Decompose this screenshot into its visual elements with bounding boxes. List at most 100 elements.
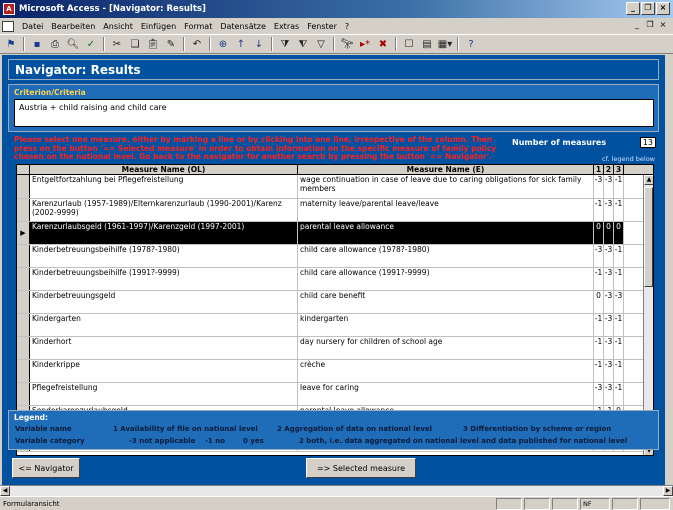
var-2-cell[interactable]: -3: [604, 314, 614, 336]
minimize-button[interactable]: _: [626, 2, 640, 15]
measure-name-ol-cell[interactable]: Entgeltfortzahlung bei Pflegefreistellun…: [30, 175, 298, 198]
scroll-left-arrow[interactable]: ◀: [0, 486, 10, 496]
scroll-right-arrow[interactable]: ▶: [663, 486, 673, 496]
form-horizontal-scrollbar[interactable]: ◀ ▶: [0, 485, 673, 496]
table-row[interactable]: Kinderbetreuungsgeld child care benefit 0-…: [17, 291, 645, 314]
measure-name-e-cell[interactable]: parental leave allowance: [298, 222, 594, 244]
measure-name-ol-cell[interactable]: Karenzurlaub (1957-1989)/Elternkarenzurl…: [30, 199, 298, 221]
copy-icon[interactable]: ❏: [127, 36, 143, 52]
var-3-cell[interactable]: -3: [614, 291, 624, 313]
record-selector[interactable]: [17, 337, 30, 359]
menu-einfuegen[interactable]: Einfügen: [137, 22, 180, 31]
measure-name-ol-cell[interactable]: Pflegefreistellung: [30, 383, 298, 405]
measure-name-e-cell[interactable]: maternity leave/parental leave/leave: [298, 199, 594, 221]
menu-extras[interactable]: Extras: [270, 22, 303, 31]
table-row[interactable]: ▶ Karenzurlaubsgeld (1961-1997)/Karenzgel…: [17, 222, 645, 245]
save-icon[interactable]: ▪: [29, 36, 45, 52]
table-row[interactable]: Kinderbetreuungsbeihilfe (1991?-9999) chi…: [17, 268, 645, 291]
var-1-cell[interactable]: 0: [594, 222, 604, 244]
view-icon[interactable]: ⚑: [3, 36, 19, 52]
var-2-cell[interactable]: -3: [604, 175, 614, 198]
var-1-cell[interactable]: -1: [594, 199, 604, 221]
doc-close-button[interactable]: ×: [657, 19, 669, 31]
measure-name-e-cell[interactable]: child care allowance (1978?-1980): [298, 245, 594, 267]
table-row[interactable]: Kinderbetreuungsbeihilfe (1978?-1980) chi…: [17, 245, 645, 268]
var-1-cell[interactable]: -1: [594, 268, 604, 290]
measure-name-ol-cell[interactable]: Kinderbetreuungsbeihilfe (1978?-1980): [30, 245, 298, 267]
record-selector[interactable]: [17, 291, 30, 313]
var-1-cell[interactable]: -1: [594, 360, 604, 382]
var-2-cell[interactable]: -3: [604, 337, 614, 359]
record-selector[interactable]: [17, 245, 30, 267]
table-row[interactable]: Kindergarten kindergarten -1 -3 -1: [17, 314, 645, 337]
record-selector[interactable]: [17, 175, 30, 198]
measure-name-e-cell[interactable]: day nursery for children of school age: [298, 337, 594, 359]
print-icon[interactable]: ⎙: [47, 36, 63, 52]
menu-format[interactable]: Format: [180, 22, 216, 31]
table-row[interactable]: Karenzurlaub (1957-1989)/Elternkarenzurl…: [17, 199, 645, 222]
measure-name-e-cell[interactable]: leave for caring: [298, 383, 594, 405]
scroll-up-arrow[interactable]: ▲: [644, 175, 653, 185]
measure-name-ol-cell[interactable]: Kindergarten: [30, 314, 298, 336]
doc-restore-button[interactable]: ❐: [644, 19, 656, 31]
new-record-icon[interactable]: ▸*: [357, 36, 373, 52]
hyperlink-icon[interactable]: ⊕: [215, 36, 231, 52]
var-3-cell[interactable]: -1: [614, 383, 624, 405]
record-selector[interactable]: [17, 199, 30, 221]
col-var-3[interactable]: 3: [614, 165, 624, 174]
var-2-cell[interactable]: -3: [604, 291, 614, 313]
var-3-cell[interactable]: -1: [614, 175, 624, 198]
menu-fenster[interactable]: Fenster: [303, 22, 341, 31]
restore-button[interactable]: ❐: [641, 2, 655, 15]
var-3-cell[interactable]: -1: [614, 337, 624, 359]
record-selector[interactable]: [17, 314, 30, 336]
scroll-thumb[interactable]: [644, 187, 653, 287]
var-1-cell[interactable]: -1: [594, 337, 604, 359]
preview-icon[interactable]: 🔍︎: [65, 36, 81, 52]
menu-ansicht[interactable]: Ansicht: [99, 22, 137, 31]
apply-filter-icon[interactable]: ▽: [313, 36, 329, 52]
paste-icon[interactable]: 📋︎: [145, 36, 161, 52]
doc-minimize-button[interactable]: _: [631, 19, 643, 31]
var-1-cell[interactable]: -1: [594, 314, 604, 336]
properties-icon[interactable]: ☐: [401, 36, 417, 52]
find-icon[interactable]: 🔭︎: [339, 36, 355, 52]
var-2-cell[interactable]: -3: [604, 383, 614, 405]
access-app-icon[interactable]: A: [3, 3, 15, 15]
spelling-icon[interactable]: ✓: [83, 36, 99, 52]
cut-icon[interactable]: ✂: [109, 36, 125, 52]
measure-name-e-cell[interactable]: crèche: [298, 360, 594, 382]
criterion-field[interactable]: Austria + child raising and child care: [14, 99, 654, 127]
measure-name-ol-cell[interactable]: Kinderkrippe: [30, 360, 298, 382]
var-2-cell[interactable]: -3: [604, 199, 614, 221]
var-3-cell[interactable]: 0: [614, 222, 624, 244]
menu-bearbeiten[interactable]: Bearbeiten: [47, 22, 99, 31]
var-3-cell[interactable]: -1: [614, 314, 624, 336]
var-2-cell[interactable]: 0: [604, 222, 614, 244]
navigator-back-button[interactable]: <= Navigator: [12, 458, 80, 478]
col-var-2[interactable]: 2: [604, 165, 614, 174]
var-2-cell[interactable]: -3: [604, 360, 614, 382]
current-record-indicator[interactable]: ▶: [17, 222, 30, 244]
number-of-measures-field[interactable]: 13: [640, 137, 656, 148]
var-1-cell[interactable]: 0: [594, 291, 604, 313]
menu-datei[interactable]: Datei: [18, 22, 47, 31]
var-3-cell[interactable]: -1: [614, 268, 624, 290]
delete-record-icon[interactable]: ✖: [375, 36, 391, 52]
table-row[interactable]: Pflegefreistellung leave for caring -3 -3 -1: [17, 383, 645, 406]
form-vertical-scrollbar[interactable]: [665, 55, 673, 485]
database-window-icon[interactable]: ▤: [419, 36, 435, 52]
var-2-cell[interactable]: -3: [604, 245, 614, 267]
document-menu-icon[interactable]: [2, 20, 14, 32]
measure-name-e-cell[interactable]: child care allowance (1991?-9999): [298, 268, 594, 290]
var-2-cell[interactable]: -3: [604, 268, 614, 290]
var-1-cell[interactable]: -3: [594, 245, 604, 267]
measure-name-e-cell[interactable]: wage continuation in case of leave due t…: [298, 175, 594, 198]
measure-name-e-cell[interactable]: child care benefit: [298, 291, 594, 313]
measure-name-ol-cell[interactable]: Kinderbetreuungsgeld: [30, 291, 298, 313]
filter-icon[interactable]: ⧩: [277, 36, 293, 52]
new-object-icon[interactable]: ▦▾: [437, 36, 453, 52]
var-3-cell[interactable]: -1: [614, 245, 624, 267]
record-selector[interactable]: [17, 268, 30, 290]
measure-name-ol-cell[interactable]: Kinderbetreuungsbeihilfe (1991?-9999): [30, 268, 298, 290]
